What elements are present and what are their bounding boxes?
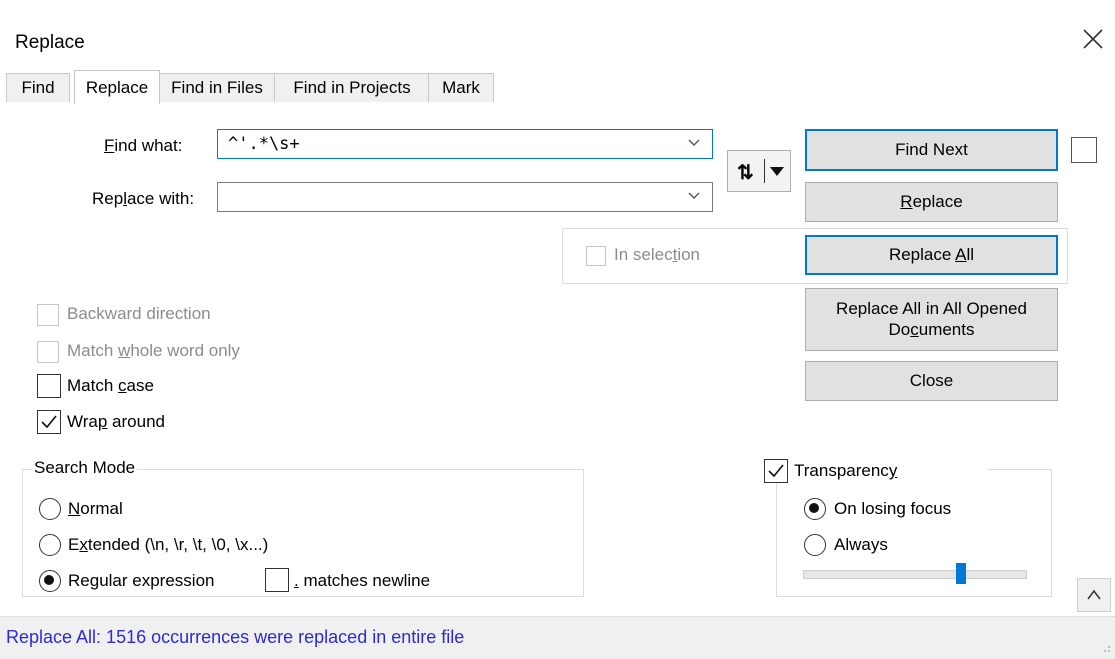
wrap-around-label: Wrap around [67, 412, 165, 431]
find-what-combobox[interactable]: ^'.*\s+ [217, 129, 713, 159]
close-button[interactable]: Close [805, 361, 1058, 401]
transparency-checkbox[interactable] [764, 459, 788, 483]
in-selection-checkbox[interactable] [586, 246, 606, 266]
chevron-down-icon[interactable] [688, 139, 700, 147]
button-line-1: Replace All in All Opened [836, 299, 1027, 318]
background-editor-strip [0, 0, 1115, 11]
title-bar [0, 11, 1115, 71]
wrap-around-checkbox[interactable] [37, 410, 61, 434]
extended-radio[interactable] [39, 534, 61, 556]
on-losing-focus-radio[interactable] [804, 498, 826, 520]
match-whole-word-label: Match whole word only [67, 341, 240, 360]
status-message: Replace All: 1516 occurrences were repla… [6, 627, 465, 647]
tab-find-in-files[interactable]: Find in Files [158, 73, 276, 102]
transparency-slider-track[interactable] [803, 570, 1027, 579]
always-radio[interactable] [804, 534, 826, 556]
chevron-up-icon [1087, 589, 1101, 600]
find-next-button[interactable]: Find Next [805, 129, 1058, 171]
dropdown-arrow-icon [770, 167, 784, 176]
in-selection-label: In selection [614, 245, 701, 264]
find-next-option-checkbox[interactable] [1071, 137, 1097, 163]
normal-label: Normal [68, 499, 123, 518]
match-case-checkbox[interactable] [37, 374, 61, 398]
find-what-value[interactable]: ^'.*\s+ [228, 134, 300, 154]
close-icon [1083, 29, 1103, 49]
normal-radio[interactable] [39, 498, 61, 520]
swap-find-replace-button[interactable]: ⇅ [727, 150, 791, 192]
swap-arrows-icon: ⇅ [737, 162, 754, 184]
checkmark-icon [41, 415, 57, 429]
match-whole-word-checkbox[interactable] [37, 341, 59, 363]
chevron-down-icon[interactable] [688, 192, 700, 200]
collapse-button[interactable] [1077, 578, 1111, 612]
replace-with-label: Replace with: [92, 189, 195, 208]
matches-newline-checkbox[interactable] [265, 568, 289, 592]
extended-label: Extended (\n, \r, \t, \0, \x...) [68, 535, 269, 554]
transparency-label: Transparency [794, 461, 898, 480]
match-case-label: Match case [67, 376, 154, 395]
backward-direction-label: Backward direction [67, 304, 211, 323]
on-losing-focus-label: On losing focus [834, 499, 952, 518]
split-divider [764, 159, 765, 183]
transparency-slider-thumb[interactable] [956, 563, 966, 584]
find-what-label: Find what: [104, 136, 183, 155]
resize-grip-icon[interactable] [1100, 642, 1112, 654]
regular-expression-label: Regular expression [68, 571, 215, 590]
replace-button[interactable]: Replace [805, 182, 1058, 222]
replace-all-in-opened-docs-button[interactable]: Replace All in All Opened Documents [805, 288, 1058, 351]
tab-find[interactable]: Find [6, 73, 70, 102]
checkmark-icon [768, 464, 784, 478]
window-title: Replace [15, 32, 85, 53]
backward-direction-checkbox[interactable] [37, 304, 59, 326]
search-mode-title: Search Mode [32, 458, 138, 478]
tab-mark[interactable]: Mark [428, 73, 494, 102]
close-window-button[interactable] [1078, 24, 1108, 54]
tab-find-in-projects[interactable]: Find in Projects [274, 73, 430, 102]
replace-all-button[interactable]: Replace All [805, 235, 1058, 275]
always-label: Always [834, 535, 888, 554]
matches-newline-label: . matches newline [294, 571, 431, 590]
replace-with-combobox[interactable] [217, 182, 713, 212]
tab-replace[interactable]: Replace [74, 70, 160, 104]
regular-expression-radio[interactable] [39, 570, 61, 592]
button-line-2: Documents [888, 320, 975, 339]
